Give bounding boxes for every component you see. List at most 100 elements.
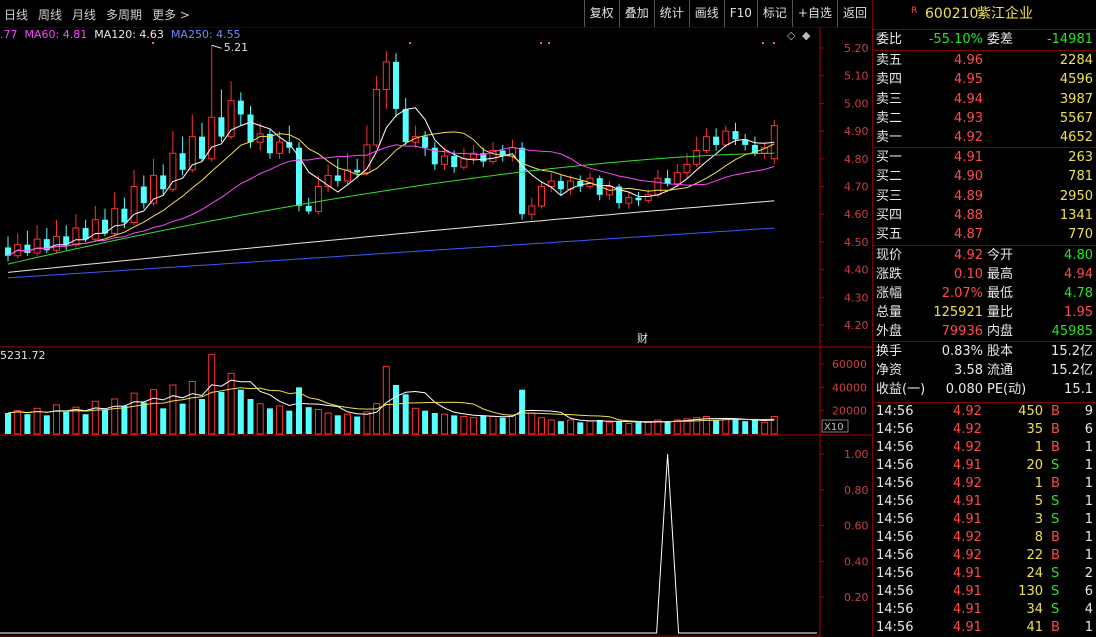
tick-side: B xyxy=(1051,620,1060,635)
candle-down xyxy=(199,136,205,159)
volume-bar-down xyxy=(63,411,70,434)
volume-bar-up xyxy=(489,416,497,435)
volume-bar-down xyxy=(237,389,244,434)
volume-bar-down xyxy=(742,421,749,434)
candle-up xyxy=(654,177,662,196)
tick-row: 14:56 4.91 5 S 1 xyxy=(873,493,1096,511)
period-tab-2[interactable]: 月线 xyxy=(72,6,96,23)
ask-volume: 5567 xyxy=(1059,110,1093,126)
volume-bar-down xyxy=(24,414,31,434)
toolbar-button-4[interactable]: F10 xyxy=(723,0,757,27)
stock-name: 紫江企业 xyxy=(977,6,1033,22)
high-marker-pointer xyxy=(211,44,222,49)
period-tab-0[interactable]: 日线 xyxy=(4,6,28,23)
volume-bar-down xyxy=(5,413,11,434)
period-tab-4[interactable]: 更多 > xyxy=(152,6,190,23)
tick-time: 14:56 xyxy=(876,422,914,437)
volume-bar-up xyxy=(256,403,264,435)
candle-up xyxy=(111,208,119,235)
bid-row: 买四 4.88 1341 xyxy=(873,207,1096,225)
candle-down xyxy=(160,175,167,190)
candle-up xyxy=(33,238,41,254)
candle-up xyxy=(625,197,633,204)
indicator-tick-label: 0.80 xyxy=(844,484,869,497)
tick-side: B xyxy=(1051,530,1060,545)
bid-price: 4.89 xyxy=(954,188,983,204)
tick-price: 4.91 xyxy=(953,566,982,581)
toolbar-button-3[interactable]: 画线 xyxy=(688,0,724,27)
quote-panel: R 600210 紫江企业 委比 -55.10% 委差 -14981 卖五 4.9… xyxy=(872,0,1096,637)
candle-down xyxy=(393,61,399,109)
volume-bar-up xyxy=(722,418,730,435)
stat-row: 现价 4.92 今开 4.80 xyxy=(873,247,1096,265)
candle-up xyxy=(72,227,80,246)
toolbar-button-5[interactable]: 标记 xyxy=(756,0,792,27)
info-label: 收益(一) xyxy=(876,382,926,397)
volume-bar-down xyxy=(140,402,147,434)
volume-bar-up xyxy=(586,420,594,435)
stat-label: 涨幅 xyxy=(876,286,903,301)
tick-row: 14:56 4.91 24 S 2 xyxy=(873,565,1096,583)
price-tick-label: 5.10 xyxy=(844,70,869,83)
tick-price: 4.92 xyxy=(953,422,982,437)
bid-volume: 2950 xyxy=(1059,188,1093,204)
toolbar-button-0[interactable]: 复权 xyxy=(583,0,619,27)
ask-price: 4.92 xyxy=(954,130,983,146)
bid-row: 买五 4.87 770 xyxy=(873,226,1096,244)
toolbar-buttons: 复权 叠加 统计 画线 F10 标记 +自选 返回 xyxy=(583,0,872,27)
price-tick-label: 4.70 xyxy=(844,181,869,194)
candle-up xyxy=(382,61,390,91)
tick-side: B xyxy=(1051,476,1060,491)
weicha-value: -14981 xyxy=(1046,32,1093,47)
candle-down xyxy=(519,147,526,215)
stat-value: 1.95 xyxy=(1064,305,1093,320)
volume-bar-up xyxy=(363,411,371,435)
volume-bar-up xyxy=(761,421,769,435)
indicator-tick-label: 0.60 xyxy=(844,520,869,533)
tick-row: 14:56 4.92 22 B 1 xyxy=(873,547,1096,565)
bid-label: 买五 xyxy=(876,227,903,243)
ask-price: 4.93 xyxy=(954,110,983,126)
bid-label: 买一 xyxy=(876,150,903,165)
volume-bar-down xyxy=(286,410,293,434)
kline-chart[interactable]: 5.20 5.10 5.00 4.90 4.80 4.70 4.60 4.50 4.40 4.30… xyxy=(0,27,872,637)
volume-bar-down xyxy=(616,421,623,434)
ask-row: 卖三 4.94 3987 xyxy=(873,91,1096,109)
weibi-value: -55.10% xyxy=(928,32,983,47)
volume-bar-up xyxy=(547,419,555,435)
volume-bar-down xyxy=(305,407,312,434)
volume-bar-up xyxy=(528,412,536,435)
volume-bar-down xyxy=(596,420,603,434)
volume-bar-up xyxy=(150,389,157,435)
ask-label: 卖五 xyxy=(876,53,903,68)
toolbar-button-2[interactable]: 统计 xyxy=(653,0,689,27)
signal-dot xyxy=(409,42,411,44)
candle-up xyxy=(441,155,448,165)
ask-row: 卖二 4.93 5567 xyxy=(873,110,1096,128)
period-tab-1[interactable]: 周线 xyxy=(38,6,62,23)
tick-time: 14:56 xyxy=(876,548,914,563)
volume-bar-down xyxy=(334,415,341,434)
volume-bar-down xyxy=(499,417,506,434)
toolbar-button-6[interactable]: +自选 xyxy=(791,0,837,27)
info-row: 收益(一) 0.080 PE(动) 15.1 xyxy=(873,381,1096,399)
volume-bar-down xyxy=(431,413,438,434)
ask-price: 4.94 xyxy=(954,91,983,107)
toolbar-button-7[interactable]: 返回 xyxy=(836,0,872,27)
candle-up xyxy=(373,89,381,146)
toolbar-button-1[interactable]: 叠加 xyxy=(618,0,654,27)
volume-bar-up xyxy=(14,410,22,435)
volume-bar-down xyxy=(451,415,458,434)
bid-label: 买三 xyxy=(876,188,903,204)
candle-down xyxy=(305,205,312,212)
period-tab-3[interactable]: 多周期 xyxy=(106,6,142,23)
volume-bar-up xyxy=(508,414,516,435)
info-value: 15.2亿 xyxy=(1051,344,1093,359)
tick-side: B xyxy=(1051,548,1060,563)
tick-count: 1 xyxy=(1084,620,1093,635)
diamond-icon: ◇ xyxy=(787,29,796,42)
volume-tick-label: 60000 xyxy=(832,358,867,371)
ask-row: 卖一 4.92 4652 xyxy=(873,129,1096,147)
candle-down xyxy=(218,117,225,137)
ma250-line xyxy=(7,227,775,279)
